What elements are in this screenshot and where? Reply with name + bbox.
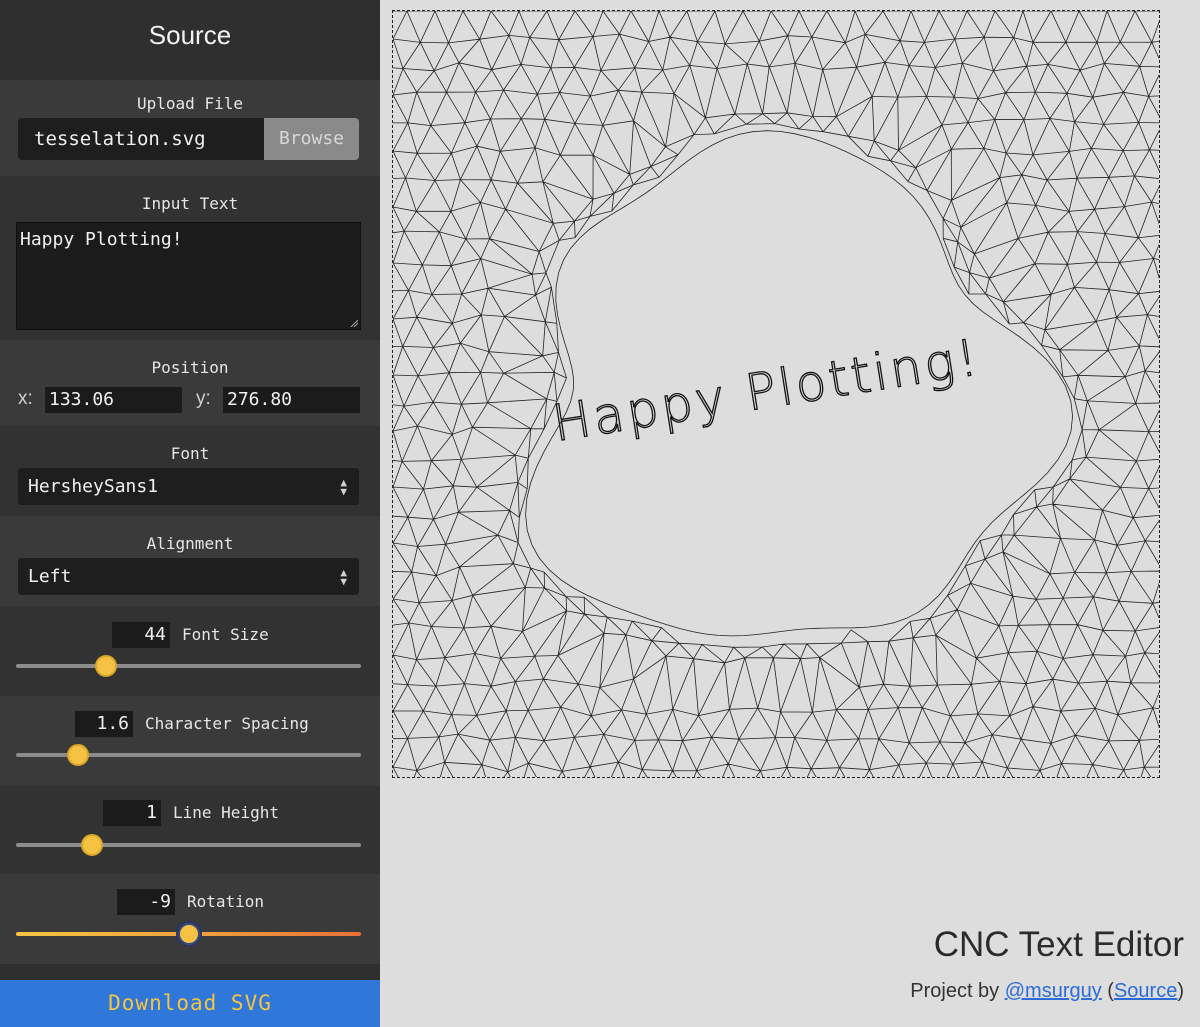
font-size-slider-thumb[interactable] [94,655,117,677]
font-select-value: HersheySans1 [28,476,159,497]
source-link[interactable]: Source [1114,980,1177,1002]
paren-open: ( [1101,980,1114,1002]
plotted-text: Happy Plotting! [549,328,984,453]
select-arrows-icon: ▲ ▼ [340,475,347,498]
position-label: Position [151,358,229,377]
credit-line: Project by @msurguy (Source) [910,980,1184,1003]
x-label: x: [18,388,33,409]
font-size-value[interactable]: 44 [112,622,170,648]
font-label: Font [170,444,210,463]
input-text-area[interactable]: Happy Plotting! [16,222,361,330]
rotation-section [0,874,380,964]
font-select[interactable]: HersheySans1 ▲ ▼ [18,468,359,505]
rotation-value[interactable]: -9 [117,889,175,915]
x-position-input[interactable]: 133.06 [45,387,182,413]
char-spacing-section [0,696,380,786]
line-height-slider-thumb[interactable] [80,834,103,856]
char-spacing-value[interactable]: 1.6 [75,711,133,737]
author-link[interactable]: @msurguy [1005,980,1102,1002]
resize-handle-icon[interactable] [350,319,358,327]
paren-close: ) [1177,980,1184,1002]
input-text-label: Input Text [141,194,239,213]
position-section: Position [0,340,380,426]
y-label: y: [196,388,211,409]
char-spacing-slider-thumb[interactable] [67,744,90,766]
upload-label: Upload File [137,94,243,113]
app-title: CNC Text Editor [933,925,1184,964]
alignment-label: Alignment [146,534,234,553]
browse-button[interactable]: Browse [264,118,359,160]
char-spacing-slider[interactable] [16,744,361,766]
select-arrows-icon: ▲ ▼ [340,565,347,588]
rotation-label: Rotation [187,892,265,911]
font-size-label: Font Size [182,625,269,644]
font-size-slider[interactable] [16,655,361,677]
sidebar: Source Upload File tesselation.svg Brows… [0,0,380,1027]
credit-prefix: Project by [910,980,1005,1002]
plot-canvas[interactable]: Happy Plotting! [392,10,1160,778]
rotation-slider-thumb[interactable] [177,923,200,945]
font-size-section [0,606,380,696]
input-text-value: Happy Plotting! [20,229,183,250]
char-spacing-label: Character Spacing [145,714,309,733]
sidebar-title: Source [148,20,232,50]
file-name-field[interactable]: tesselation.svg [18,118,264,160]
alignment-select-value: Left [28,566,72,587]
rotation-slider[interactable] [16,923,361,945]
line-height-label: Line Height [173,803,279,822]
line-height-value[interactable]: 1 [103,800,161,826]
text-layer: Happy Plotting! [548,327,985,453]
y-position-input[interactable]: 276.80 [223,387,360,413]
line-height-slider[interactable] [16,834,361,856]
alignment-select[interactable]: Left ▲ ▼ [18,558,359,595]
download-svg-button[interactable]: Download SVG [0,980,380,1027]
